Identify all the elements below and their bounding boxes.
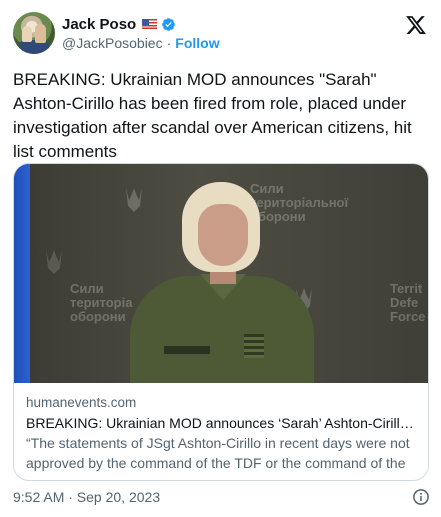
link-description: “The statements of JSgt Ashton-Cirillo i… [26, 435, 410, 480]
link-preview-image[interactable]: Сили територіа оборони Сили територіальн… [14, 164, 428, 383]
separator-dot: · [166, 35, 172, 51]
info-icon[interactable] [412, 488, 430, 506]
uniform-nametag [164, 346, 210, 354]
wall-sign-right: Territ Defe Force [390, 281, 426, 324]
us-flag-icon [142, 19, 158, 29]
link-preview-card[interactable]: Сили територіа оборони Сили територіальн… [13, 163, 429, 481]
link-preview-meta: humanevents.com BREAKING: Ukrainian MOD … [26, 394, 418, 480]
author-name-line: Jack Poso [62, 14, 176, 34]
tweet-timestamp[interactable]: 9:52 AM · Sep 20, 2023 [13, 487, 160, 507]
wall-sign-left: Сили територіа оборони [70, 281, 133, 324]
follow-button[interactable]: Follow [175, 35, 219, 51]
author-handle-line: @JackPosobiec · Follow [62, 33, 220, 53]
author-display-name[interactable]: Jack Poso [62, 16, 136, 33]
trident-emblem-icon [46, 250, 62, 274]
blue-flag-edge [14, 164, 30, 383]
trident-emblem-icon [126, 188, 142, 212]
x-logo-icon[interactable] [405, 14, 427, 36]
tweet-header: Jack Poso @JackPosobiec · Follow [13, 12, 429, 56]
avatar-figure [35, 24, 46, 43]
person-face [198, 204, 248, 266]
author-handle[interactable]: @JackPosobiec [62, 35, 163, 51]
link-domain[interactable]: humanevents.com [26, 394, 418, 412]
link-title[interactable]: BREAKING: Ukrainian MOD announces ‘Sarah… [26, 413, 418, 433]
tweet-text: BREAKING: Ukrainian MOD announces "Sarah… [13, 70, 412, 161]
avatar[interactable] [13, 12, 55, 54]
avatar-figure [22, 26, 32, 42]
wall-sign-top: Сили територіальної оборони [250, 181, 349, 224]
rank-insignia [244, 334, 264, 358]
verified-badge-icon [162, 17, 176, 31]
